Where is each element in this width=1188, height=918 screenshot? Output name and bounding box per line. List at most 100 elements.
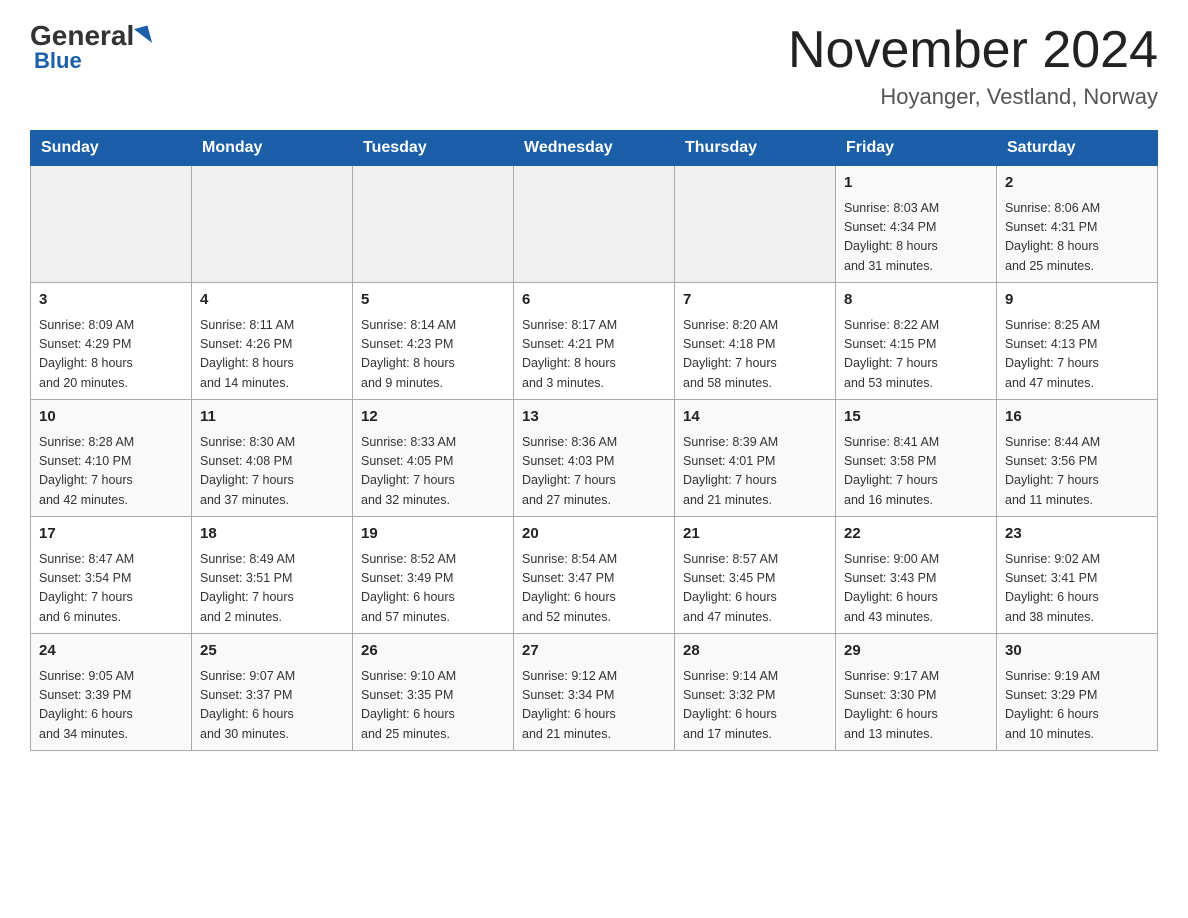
calendar-week-row: 1Sunrise: 8:03 AMSunset: 4:34 PMDaylight… bbox=[31, 166, 1158, 283]
day-info: Sunrise: 8:28 AMSunset: 4:10 PMDaylight:… bbox=[39, 433, 183, 511]
day-info: Sunrise: 8:14 AMSunset: 4:23 PMDaylight:… bbox=[361, 316, 505, 394]
calendar-cell: 4 Sunrise: 8:11 AMSunset: 4:26 PMDaylight… bbox=[192, 283, 353, 400]
day-info: Sunrise: 8:54 AMSunset: 3:47 PMDaylight:… bbox=[522, 550, 666, 628]
calendar-cell bbox=[31, 166, 192, 283]
calendar-cell: 19Sunrise: 8:52 AMSunset: 3:49 PMDayligh… bbox=[353, 517, 514, 634]
day-info: Sunrise: 9:07 AMSunset: 3:37 PMDaylight:… bbox=[200, 667, 344, 745]
logo: General Blue bbox=[30, 20, 150, 74]
day-info: Sunrise: 9:00 AMSunset: 3:43 PMDaylight:… bbox=[844, 550, 988, 628]
calendar-cell: 25Sunrise: 9:07 AMSunset: 3:37 PMDayligh… bbox=[192, 634, 353, 751]
calendar-cell: 29Sunrise: 9:17 AMSunset: 3:30 PMDayligh… bbox=[836, 634, 997, 751]
calendar-cell: 23 Sunrise: 9:02 AMSunset: 3:41 PMDayligh… bbox=[997, 517, 1158, 634]
calendar-cell: 24 Sunrise: 9:05 AMSunset: 3:39 PMDayligh… bbox=[31, 634, 192, 751]
calendar-cell: 18Sunrise: 8:49 AMSunset: 3:51 PMDayligh… bbox=[192, 517, 353, 634]
day-info: Sunrise: 8:47 AMSunset: 3:54 PMDaylight:… bbox=[39, 550, 183, 628]
day-info: Sunrise: 8:41 AMSunset: 3:58 PMDaylight:… bbox=[844, 433, 988, 511]
day-info: Sunrise: 9:14 AMSunset: 3:32 PMDaylight:… bbox=[683, 667, 827, 745]
day-info: Sunrise: 9:17 AMSunset: 3:30 PMDaylight:… bbox=[844, 667, 988, 745]
calendar-cell: 27 Sunrise: 9:12 AMSunset: 3:34 PMDayligh… bbox=[514, 634, 675, 751]
day-number: 6 bbox=[522, 289, 666, 312]
calendar-cell: 22 Sunrise: 9:00 AMSunset: 3:43 PMDayligh… bbox=[836, 517, 997, 634]
calendar-week-row: 17 Sunrise: 8:47 AMSunset: 3:54 PMDayligh… bbox=[31, 517, 1158, 634]
calendar-cell: 7 Sunrise: 8:20 AMSunset: 4:18 PMDaylight… bbox=[675, 283, 836, 400]
calendar-cell: 20 Sunrise: 8:54 AMSunset: 3:47 PMDayligh… bbox=[514, 517, 675, 634]
weekday-header: Saturday bbox=[997, 131, 1158, 166]
day-number: 26 bbox=[361, 640, 505, 663]
day-info: Sunrise: 9:10 AMSunset: 3:35 PMDaylight:… bbox=[361, 667, 505, 745]
day-number: 13 bbox=[522, 406, 666, 429]
day-number: 11 bbox=[200, 406, 344, 429]
calendar-cell: 1Sunrise: 8:03 AMSunset: 4:34 PMDaylight… bbox=[836, 166, 997, 283]
day-info: Sunrise: 9:12 AMSunset: 3:34 PMDaylight:… bbox=[522, 667, 666, 745]
calendar-cell: 28Sunrise: 9:14 AMSunset: 3:32 PMDayligh… bbox=[675, 634, 836, 751]
month-title: November 2024 bbox=[788, 20, 1158, 80]
day-info: Sunrise: 9:05 AMSunset: 3:39 PMDaylight:… bbox=[39, 667, 183, 745]
calendar-cell: 13 Sunrise: 8:36 AMSunset: 4:03 PMDayligh… bbox=[514, 400, 675, 517]
day-info: Sunrise: 8:49 AMSunset: 3:51 PMDaylight:… bbox=[200, 550, 344, 628]
day-number: 2 bbox=[1005, 172, 1149, 195]
day-number: 23 bbox=[1005, 523, 1149, 546]
calendar-cell bbox=[353, 166, 514, 283]
day-info: Sunrise: 8:36 AMSunset: 4:03 PMDaylight:… bbox=[522, 433, 666, 511]
day-info: Sunrise: 8:11 AMSunset: 4:26 PMDaylight:… bbox=[200, 316, 344, 394]
day-number: 12 bbox=[361, 406, 505, 429]
weekday-header: Friday bbox=[836, 131, 997, 166]
day-number: 19 bbox=[361, 523, 505, 546]
calendar-cell: 2 Sunrise: 8:06 AMSunset: 4:31 PMDaylight… bbox=[997, 166, 1158, 283]
day-info: Sunrise: 8:06 AMSunset: 4:31 PMDaylight:… bbox=[1005, 199, 1149, 277]
calendar-table: SundayMondayTuesdayWednesdayThursdayFrid… bbox=[30, 130, 1158, 751]
day-number: 17 bbox=[39, 523, 183, 546]
weekday-header: Thursday bbox=[675, 131, 836, 166]
day-number: 15 bbox=[844, 406, 988, 429]
weekday-header: Tuesday bbox=[353, 131, 514, 166]
day-info: Sunrise: 8:57 AMSunset: 3:45 PMDaylight:… bbox=[683, 550, 827, 628]
calendar-cell: 30Sunrise: 9:19 AMSunset: 3:29 PMDayligh… bbox=[997, 634, 1158, 751]
calendar-week-row: 24 Sunrise: 9:05 AMSunset: 3:39 PMDayligh… bbox=[31, 634, 1158, 751]
day-info: Sunrise: 8:44 AMSunset: 3:56 PMDaylight:… bbox=[1005, 433, 1149, 511]
day-number: 24 bbox=[39, 640, 183, 663]
calendar-cell: 9Sunrise: 8:25 AMSunset: 4:13 PMDaylight… bbox=[997, 283, 1158, 400]
day-info: Sunrise: 9:02 AMSunset: 3:41 PMDaylight:… bbox=[1005, 550, 1149, 628]
day-number: 21 bbox=[683, 523, 827, 546]
day-info: Sunrise: 8:03 AMSunset: 4:34 PMDaylight:… bbox=[844, 199, 988, 277]
calendar-header-row: SundayMondayTuesdayWednesdayThursdayFrid… bbox=[31, 131, 1158, 166]
day-info: Sunrise: 8:22 AMSunset: 4:15 PMDaylight:… bbox=[844, 316, 988, 394]
day-number: 20 bbox=[522, 523, 666, 546]
day-info: Sunrise: 8:09 AMSunset: 4:29 PMDaylight:… bbox=[39, 316, 183, 394]
day-info: Sunrise: 8:33 AMSunset: 4:05 PMDaylight:… bbox=[361, 433, 505, 511]
calendar-cell: 21 Sunrise: 8:57 AMSunset: 3:45 PMDayligh… bbox=[675, 517, 836, 634]
day-info: Sunrise: 8:30 AMSunset: 4:08 PMDaylight:… bbox=[200, 433, 344, 511]
day-number: 5 bbox=[361, 289, 505, 312]
day-info: Sunrise: 8:39 AMSunset: 4:01 PMDaylight:… bbox=[683, 433, 827, 511]
day-number: 22 bbox=[844, 523, 988, 546]
logo-blue: Blue bbox=[34, 48, 82, 74]
calendar-cell bbox=[514, 166, 675, 283]
day-number: 30 bbox=[1005, 640, 1149, 663]
day-number: 14 bbox=[683, 406, 827, 429]
calendar-cell: 14 Sunrise: 8:39 AMSunset: 4:01 PMDayligh… bbox=[675, 400, 836, 517]
weekday-header: Wednesday bbox=[514, 131, 675, 166]
day-info: Sunrise: 8:20 AMSunset: 4:18 PMDaylight:… bbox=[683, 316, 827, 394]
day-number: 3 bbox=[39, 289, 183, 312]
calendar-cell: 5 Sunrise: 8:14 AMSunset: 4:23 PMDaylight… bbox=[353, 283, 514, 400]
calendar-cell: 15 Sunrise: 8:41 AMSunset: 3:58 PMDayligh… bbox=[836, 400, 997, 517]
day-number: 16 bbox=[1005, 406, 1149, 429]
day-number: 10 bbox=[39, 406, 183, 429]
logo-arrow-icon bbox=[134, 25, 152, 46]
calendar-cell: 10 Sunrise: 8:28 AMSunset: 4:10 PMDayligh… bbox=[31, 400, 192, 517]
calendar-cell bbox=[675, 166, 836, 283]
calendar-cell: 17 Sunrise: 8:47 AMSunset: 3:54 PMDayligh… bbox=[31, 517, 192, 634]
calendar-cell: 8Sunrise: 8:22 AMSunset: 4:15 PMDaylight… bbox=[836, 283, 997, 400]
calendar-cell: 26 Sunrise: 9:10 AMSunset: 3:35 PMDayligh… bbox=[353, 634, 514, 751]
calendar-cell: 16 Sunrise: 8:44 AMSunset: 3:56 PMDayligh… bbox=[997, 400, 1158, 517]
day-number: 27 bbox=[522, 640, 666, 663]
day-number: 7 bbox=[683, 289, 827, 312]
calendar-week-row: 3 Sunrise: 8:09 AMSunset: 4:29 PMDaylight… bbox=[31, 283, 1158, 400]
title-block: November 2024 Hoyanger, Vestland, Norway bbox=[788, 20, 1158, 110]
day-number: 4 bbox=[200, 289, 344, 312]
calendar-cell: 6Sunrise: 8:17 AMSunset: 4:21 PMDaylight… bbox=[514, 283, 675, 400]
calendar-cell: 11 Sunrise: 8:30 AMSunset: 4:08 PMDayligh… bbox=[192, 400, 353, 517]
calendar-week-row: 10 Sunrise: 8:28 AMSunset: 4:10 PMDayligh… bbox=[31, 400, 1158, 517]
calendar-cell: 3 Sunrise: 8:09 AMSunset: 4:29 PMDaylight… bbox=[31, 283, 192, 400]
weekday-header: Sunday bbox=[31, 131, 192, 166]
